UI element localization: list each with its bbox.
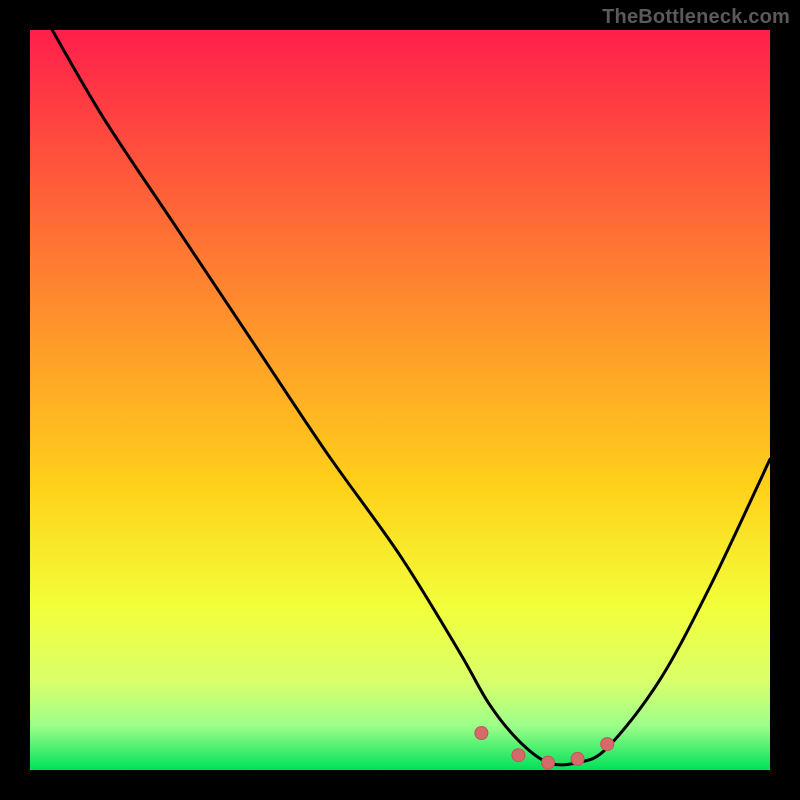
trough-marker [542,756,555,769]
gradient-background [30,30,770,770]
chart-frame: TheBottleneck.com [0,0,800,800]
watermark-text: TheBottleneck.com [602,6,790,29]
bottleneck-chart [30,30,770,770]
trough-marker [475,727,488,740]
plot-area [30,30,770,770]
trough-marker [512,749,525,762]
trough-marker [571,752,584,765]
trough-marker [601,738,614,751]
